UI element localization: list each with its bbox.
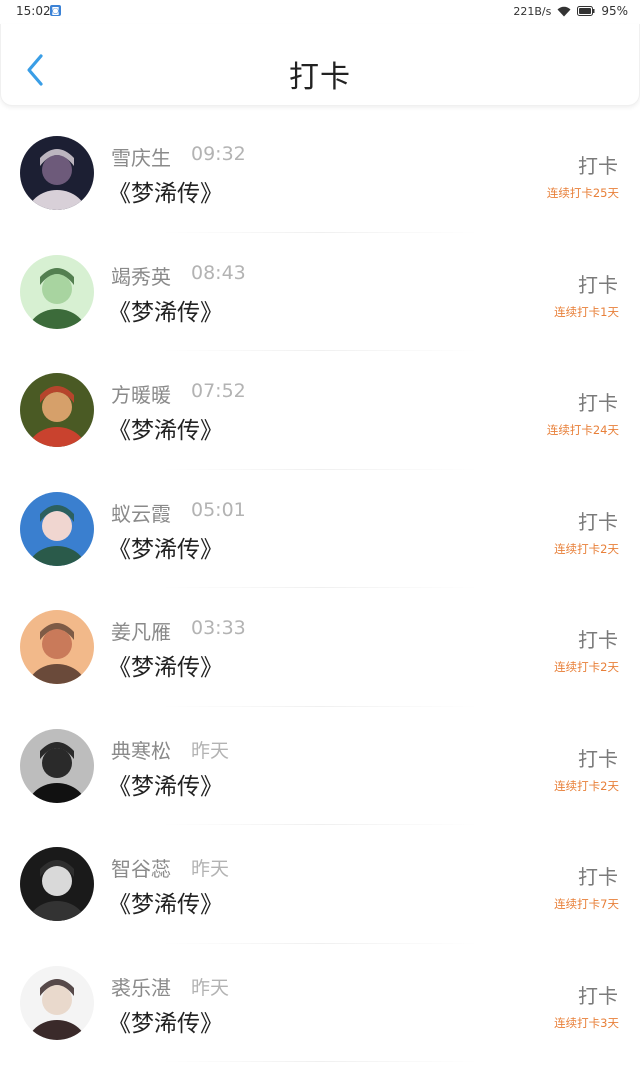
- checkin-button[interactable]: 打卡: [578, 743, 618, 772]
- list-item[interactable]: 雪庆生 09:32 《梦浠传》 打卡 连续打卡25天: [0, 114, 640, 233]
- checkin-button[interactable]: 打卡: [578, 387, 618, 416]
- list-item[interactable]: 蚁云霞 05:01 《梦浠传》 打卡 连续打卡2天: [0, 470, 640, 588]
- user-name: 竭秀英: [111, 264, 171, 289]
- avatar[interactable]: [20, 136, 94, 210]
- book-title[interactable]: 《梦浠传》: [108, 648, 223, 682]
- checkin-button[interactable]: 打卡: [578, 269, 618, 298]
- top-bar: 打卡: [0, 24, 640, 106]
- book-title[interactable]: 《梦浠传》: [108, 411, 223, 445]
- streak-text: 连续打卡1天: [554, 304, 619, 319]
- checkin-button[interactable]: 打卡: [578, 624, 618, 653]
- book-title[interactable]: 《梦浠传》: [108, 1004, 223, 1038]
- book-title[interactable]: 《梦浠传》: [108, 767, 223, 801]
- checkin-time: 07:52: [191, 380, 246, 402]
- checkin-button[interactable]: 打卡: [578, 861, 618, 890]
- checkin-button[interactable]: 打卡: [578, 506, 618, 535]
- user-name: 姜凡雁: [111, 620, 171, 644]
- streak-text: 连续打卡24天: [546, 423, 619, 437]
- avatar[interactable]: [20, 847, 94, 921]
- battery-icon: [577, 6, 595, 16]
- user-name: 裘乐湛: [111, 975, 171, 1000]
- list-item[interactable]: 方暖暖 07:52 《梦浠传》 打卡 连续打卡24天: [0, 351, 640, 470]
- streak-text: 连续打卡3天: [554, 1015, 619, 1030]
- checkin-time: 昨天: [191, 858, 230, 880]
- book-title[interactable]: 《梦浠传》: [108, 174, 223, 208]
- streak-text: 连续打卡2天: [554, 660, 619, 674]
- list-item[interactable]: 裘乐湛 昨天 《梦浠传》 打卡 连续打卡3天: [0, 944, 640, 1062]
- list-item[interactable]: 智谷蕊 昨天 《梦浠传》 打卡 连续打卡7天: [0, 825, 640, 944]
- avatar[interactable]: [20, 373, 94, 447]
- list-item[interactable]: 竭秀英 08:43 《梦浠传》 打卡 连续打卡1天: [0, 233, 640, 351]
- checkin-time: 昨天: [191, 976, 230, 999]
- avatar[interactable]: [20, 728, 94, 803]
- checkin-list: 雪庆生 09:32 《梦浠传》 打卡 连续打卡25天 竭秀英 08:43 《梦浠…: [0, 114, 640, 1062]
- avatar[interactable]: [20, 610, 94, 684]
- checkin-time: 05:01: [191, 498, 246, 521]
- checkin-time: 昨天: [191, 739, 230, 762]
- status-right: 221B/s 95%: [513, 4, 628, 18]
- avatar[interactable]: [20, 965, 94, 1040]
- book-title[interactable]: 《梦浠传》: [108, 530, 223, 564]
- streak-text: 连续打卡2天: [554, 778, 619, 793]
- user-name: 智谷蕊: [111, 857, 171, 881]
- checkin-time: 08:43: [191, 261, 246, 284]
- streak-text: 连续打卡2天: [554, 541, 619, 556]
- battery-percent: 95%: [601, 4, 628, 18]
- status-time: 15:02: [16, 4, 51, 18]
- checkin-time: 09:32: [191, 143, 246, 165]
- user-name: 方暖暖: [111, 383, 171, 407]
- user-name: 雪庆生: [111, 146, 171, 170]
- wifi-icon: [557, 6, 571, 16]
- streak-text: 连续打卡7天: [554, 897, 619, 911]
- checkin-button[interactable]: 打卡: [578, 150, 618, 179]
- avatar[interactable]: [20, 491, 94, 566]
- app-notification-icon: ◙: [50, 5, 61, 16]
- checkin-time: 03:33: [191, 617, 246, 639]
- user-name: 蚁云霞: [111, 501, 171, 526]
- status-bar: 15:02 ◙ 221B/s 95%: [0, 0, 640, 24]
- book-title[interactable]: 《梦浠传》: [108, 885, 223, 919]
- user-name: 典寒松: [111, 738, 171, 763]
- book-title[interactable]: 《梦浠传》: [108, 293, 223, 327]
- checkin-button[interactable]: 打卡: [578, 980, 618, 1009]
- page-title: 打卡: [289, 60, 351, 95]
- avatar[interactable]: [20, 254, 94, 329]
- net-speed: 221B/s: [513, 4, 552, 18]
- divider: [160, 1061, 480, 1062]
- streak-text: 连续打卡25天: [546, 186, 619, 200]
- list-item[interactable]: 姜凡雁 03:33 《梦浠传》 打卡 连续打卡2天: [0, 588, 640, 707]
- list-item[interactable]: 典寒松 昨天 《梦浠传》 打卡 连续打卡2天: [0, 707, 640, 825]
